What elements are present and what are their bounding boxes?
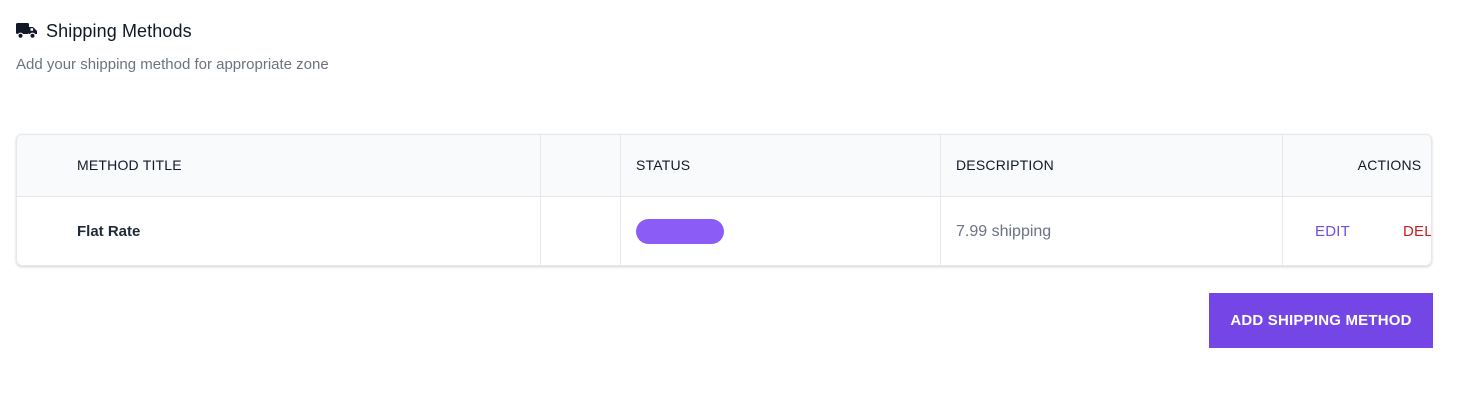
method-title: Flat Rate bbox=[77, 222, 141, 240]
title-row: Shipping Methods bbox=[16, 18, 329, 44]
row-actions: EDIT DELETE bbox=[1283, 223, 1431, 240]
section-header: Shipping Methods Add your shipping metho… bbox=[16, 18, 329, 73]
actions-cell: EDIT DELETE bbox=[1283, 196, 1431, 265]
shipping-methods-table: METHOD TITLE STATUS DESCRIPTION ACTIONS … bbox=[16, 134, 1432, 266]
delete-button[interactable]: DELETE bbox=[1403, 223, 1431, 240]
method-description: 7.99 shipping bbox=[956, 222, 1052, 240]
add-shipping-method-button[interactable]: ADD SHIPPING METHOD bbox=[1209, 293, 1433, 348]
table-row: Flat Rate 7.99 shipping EDIT DELETE bbox=[17, 196, 1431, 265]
column-header-status: STATUS bbox=[620, 135, 941, 197]
page-title: Shipping Methods bbox=[46, 20, 192, 41]
column-header-description: DESCRIPTION bbox=[940, 135, 1283, 197]
edit-button[interactable]: EDIT bbox=[1315, 223, 1350, 240]
truck-icon bbox=[16, 22, 38, 40]
column-header-actions: ACTIONS bbox=[1282, 135, 1431, 197]
table-header-row: METHOD TITLE STATUS DESCRIPTION ACTIONS bbox=[17, 135, 1431, 197]
shipping-methods-page: Shipping Methods Add your shipping metho… bbox=[0, 0, 1464, 414]
status-badge bbox=[636, 219, 724, 245]
method-title-cell: Flat Rate bbox=[17, 196, 541, 265]
page-subtitle: Add your shipping method for appropriate… bbox=[16, 56, 329, 73]
status-cell bbox=[620, 196, 941, 265]
column-header-empty bbox=[540, 135, 621, 197]
column-header-method-title: METHOD TITLE bbox=[17, 135, 541, 197]
description-cell: 7.99 shipping bbox=[940, 196, 1283, 265]
empty-cell bbox=[540, 196, 621, 265]
